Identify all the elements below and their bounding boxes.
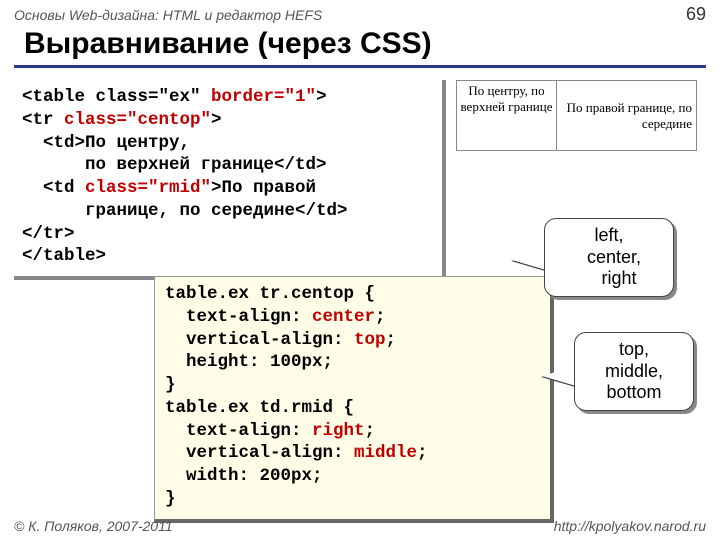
callout-horizontal-align: left, center, right — [544, 218, 674, 297]
code-line: </tr> — [22, 224, 75, 244]
example-cell-center-top: По центру, по верхней границе — [457, 81, 557, 151]
code-keyword: middle — [354, 443, 417, 463]
code-line: ; — [365, 421, 376, 441]
example-render-table: По центру, по верхней границе По правой … — [456, 80, 697, 151]
code-keyword: right — [312, 421, 365, 441]
code-line: ; — [386, 330, 397, 350]
code-line: text-align: — [165, 421, 312, 441]
code-line: по верхней границе</td> — [22, 155, 327, 175]
code-line: <table class="ex" — [22, 87, 211, 107]
code-keyword: center — [312, 307, 375, 327]
footer-bar: © К. Поляков, 2007-2011 http://kpolyakov… — [0, 518, 720, 534]
code-line: vertical-align: — [165, 443, 354, 463]
code-line: table.ex tr.centop { — [165, 284, 375, 304]
title-underline — [14, 65, 706, 68]
page-title: Выравнивание (через CSS) — [24, 27, 706, 63]
code-line: > — [211, 110, 222, 130]
code-line: ; — [375, 307, 386, 327]
code-keyword: class="centop" — [64, 110, 211, 130]
callout-text: top, middle, bottom — [605, 339, 663, 402]
callout-tail-icon — [542, 366, 576, 386]
code-line: >По правой — [211, 178, 316, 198]
code-line: > — [316, 87, 327, 107]
html-code-box: <table class="ex" border="1"> <tr class=… — [14, 80, 446, 280]
callout-vertical-align: top, middle, bottom — [574, 332, 694, 411]
code-line: <td>По центру, — [22, 133, 190, 153]
example-cell-right-middle: По правой границе, по середине — [557, 81, 697, 151]
code-keyword: top — [354, 330, 386, 350]
code-line: height: 100px; — [165, 352, 333, 372]
callout-text: left, center, right — [577, 225, 641, 288]
code-line: ; — [417, 443, 428, 463]
code-line: } — [165, 489, 176, 509]
code-keyword: border="1" — [211, 87, 316, 107]
code-line: } — [165, 375, 176, 395]
callout-tail-icon — [512, 250, 546, 270]
code-line: <td — [22, 178, 85, 198]
code-line: границе, по середине</td> — [22, 201, 348, 221]
header-bar: Основы Web-дизайна: HTML и редактор HEFS… — [0, 0, 720, 27]
page-number: 69 — [686, 4, 706, 25]
footer-url: http://kpolyakov.narod.ru — [554, 518, 706, 534]
copyright-text: © К. Поляков, 2007-2011 — [14, 518, 173, 534]
code-line: table.ex td.rmid { — [165, 398, 354, 418]
table-row: По центру, по верхней границе По правой … — [457, 81, 697, 151]
css-code-box: table.ex tr.centop { text-align: center;… — [154, 276, 554, 523]
code-line: text-align: — [165, 307, 312, 327]
breadcrumb: Основы Web-дизайна: HTML и редактор HEFS — [14, 7, 322, 23]
code-line: vertical-align: — [165, 330, 354, 350]
code-line: <tr — [22, 110, 64, 130]
code-keyword: class="rmid" — [85, 178, 211, 198]
code-line: width: 200px; — [165, 466, 323, 486]
code-line: </table> — [22, 246, 106, 266]
